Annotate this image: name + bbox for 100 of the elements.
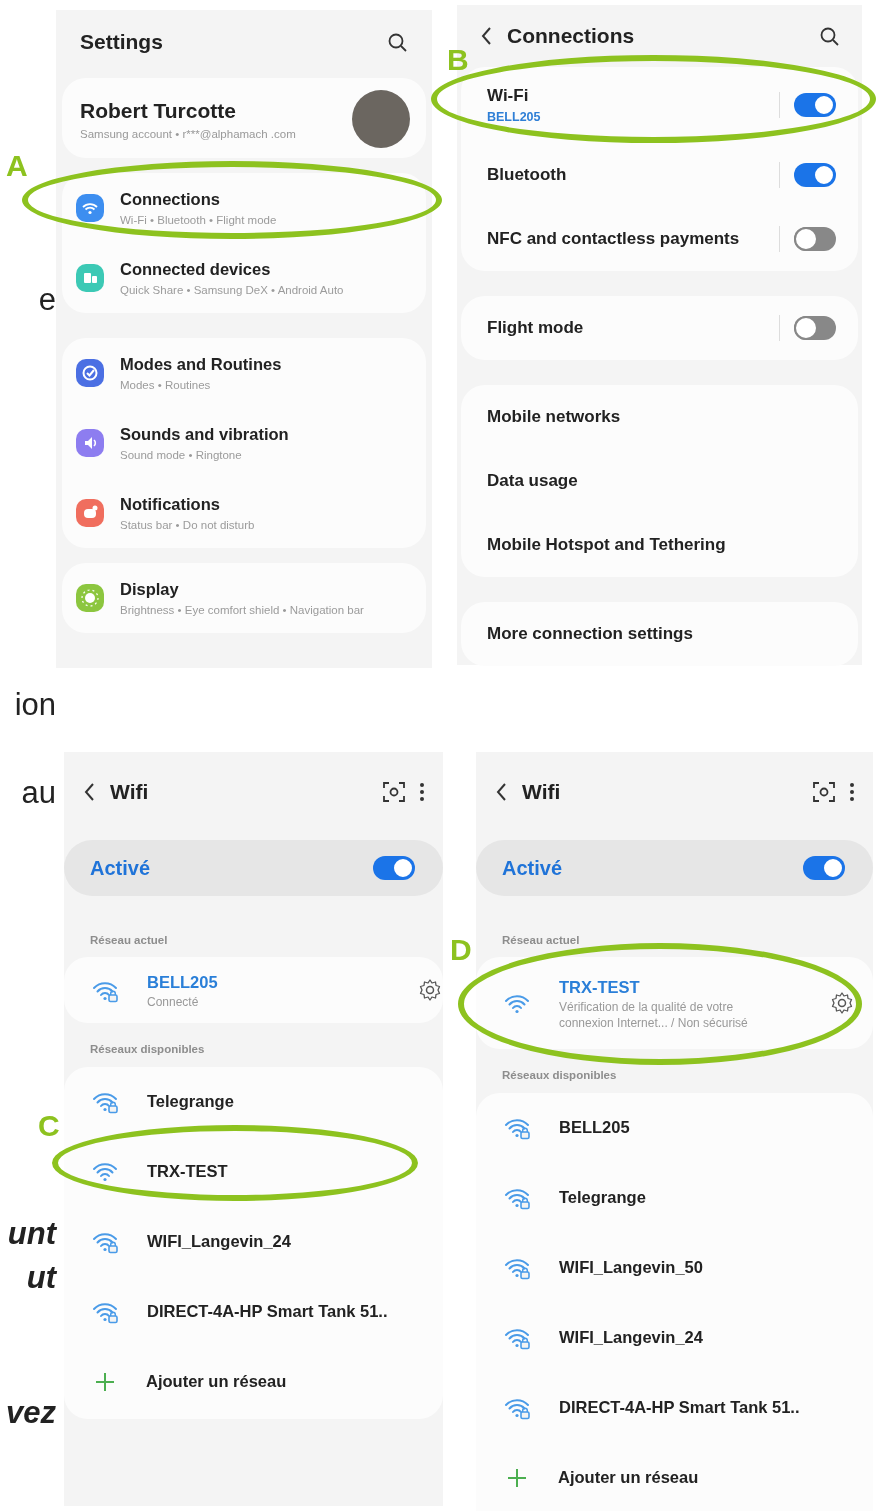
item-subtitle: Sound mode • Ringtone [120,447,243,463]
add-network-label: Ajouter un réseau [558,1467,700,1489]
network-status: Connecté [147,994,200,1011]
item-subtitle: Wi-Fi • Bluetooth • Flight mode [120,212,278,228]
toggle-label: Activé [502,856,564,881]
settings-icon[interactable] [830,991,854,1016]
add-network-item[interactable]: Ajouter un réseau [476,1442,873,1511]
item-subtitle: Status bar • Do not disturb [120,517,256,533]
network-item[interactable]: WIFI_Langevin_24 [476,1302,873,1373]
network-name: BELL205 [147,972,219,994]
cut-text: e [38,282,56,318]
settings-item[interactable]: Data usage [461,449,858,513]
item-title: Wi-Fi [487,84,530,107]
avatar-placeholder [352,90,410,148]
settings-icon[interactable] [418,978,442,1003]
more-options-icon[interactable] [419,782,425,802]
section-heading: Réseau actuel [501,933,581,948]
network-item[interactable]: BELL205 Connecté [64,957,443,1024]
network-name: BELL205 [559,1117,631,1139]
network-name: TRX-TEST [147,1161,229,1183]
toggle-switch[interactable] [373,856,415,880]
network-name: TRX-TEST [559,977,641,999]
toggle-switch[interactable] [794,163,836,187]
search-icon[interactable] [387,31,408,53]
settings-item[interactable]: Bluetooth [461,143,858,207]
settings-item[interactable]: Sounds and vibration Sound mode • Ringtone [62,408,426,478]
profile-card[interactable]: Robert Turcotte Samsung account • r***@alphamach .com [62,78,426,158]
cut-text: ion [14,687,56,723]
network-item[interactable]: WIFI_Langevin_50 [476,1232,873,1303]
toggle-switch[interactable] [794,227,836,251]
item-title: Mobile networks [487,406,622,429]
item-subtitle: Quick Share • Samsung DeX • Android Auto [120,282,345,298]
item-title: Connected devices [120,259,272,280]
search-icon[interactable] [819,25,840,47]
add-network-item[interactable]: Ajouter un réseau [64,1346,443,1417]
callout-letter: D [450,935,472,966]
toggle-switch[interactable] [794,93,836,117]
settings-item[interactable]: Modes and Routines Modes • Routines [62,338,426,408]
toggle-label: Activé [90,856,152,881]
scan-icon[interactable] [813,782,835,802]
master-toggle-bar[interactable]: Activé [64,840,443,896]
item-title: Data usage [487,470,579,493]
network-item[interactable]: BELL205 [476,1092,873,1163]
item-title: Modes and Routines [120,354,283,375]
back-icon[interactable] [479,25,493,47]
more-options-icon[interactable] [849,782,855,802]
item-title: Bluetooth [487,164,568,187]
profile-name: Robert Turcotte [80,97,237,124]
back-icon[interactable] [494,781,508,803]
network-item[interactable]: WIFI_Langevin_24 [64,1206,443,1277]
callout-letter: C [38,1110,60,1141]
network-item[interactable]: DIRECT-4A-HP Smart Tank 51.. [64,1276,443,1347]
toggle-switch[interactable] [803,856,845,880]
settings-item[interactable]: Display Brightness • Eye comfort shield • Navigation bar [62,563,426,633]
back-icon[interactable] [82,781,96,803]
network-name: WIFI_Langevin_24 [147,1231,292,1253]
network-name: DIRECT-4A-HP Smart Tank 51.. [147,1301,389,1323]
section-heading: Réseaux disponibles [501,1068,618,1084]
network-name: DIRECT-4A-HP Smart Tank 51.. [559,1397,801,1419]
item-title: Flight mode [487,317,585,340]
settings-item[interactable]: Flight mode [461,296,858,360]
settings-item[interactable]: Mobile Hotspot and Tethering [461,513,858,577]
network-item[interactable]: TRX-TEST [64,1136,443,1207]
network-item[interactable]: Telegrange [64,1066,443,1137]
scan-icon[interactable] [383,782,405,802]
master-toggle-bar[interactable]: Activé [476,840,873,896]
item-title: More connection settings [487,623,694,646]
callout-letter: B [447,45,469,75]
item-subtitle: Brightness • Eye comfort shield • Navigation bar [120,602,365,618]
toggle-switch[interactable] [794,316,836,340]
network-item[interactable]: Telegrange [476,1162,873,1233]
item-title: Sounds and vibration [120,424,290,445]
account-text: Samsung account • r***@alphamach .com [80,127,297,143]
network-item[interactable]: DIRECT-4A-HP Smart Tank 51.. [476,1372,873,1443]
item-title: Mobile Hotspot and Tethering [487,534,727,557]
screen-title: Wifi [522,779,562,806]
settings-item[interactable]: More connection settings [461,602,858,666]
cut-text: vez [6,1395,56,1431]
network-item[interactable]: TRX-TEST Vérification de la qualité de votre connexion Internet... / Non sécurisé [476,957,873,1050]
screen-title: Wifi [110,779,150,806]
settings-item[interactable]: Mobile networks [461,385,858,449]
cut-text: ut [26,1260,56,1296]
item-title: Notifications [120,494,221,515]
network-name: Telegrange [559,1187,647,1209]
callout-letter: A [6,151,28,181]
network-status: Vérification de la qualité de votre connexion Internet... / Non sécurisé [559,1000,749,1032]
screen-title: Connections [507,23,636,50]
section-heading: Réseau actuel [89,933,169,948]
screen-title: Settings [80,29,164,56]
add-network-label: Ajouter un réseau [146,1371,288,1393]
item-subtitle: BELL205 [487,109,542,127]
network-name: Telegrange [147,1091,235,1113]
section-heading: Réseaux disponibles [89,1042,206,1058]
item-title: Display [120,579,180,600]
network-name: WIFI_Langevin_24 [559,1327,704,1349]
settings-item[interactable]: Notifications Status bar • Do not disturb [62,478,426,548]
settings-item[interactable]: NFC and contactless payments [461,207,858,271]
settings-item[interactable]: Connected devices Quick Share • Samsung DeX • Android Auto [62,243,426,313]
cut-text: au [21,775,56,811]
settings-item[interactable]: Connections Wi-Fi • Bluetooth • Flight mode [62,173,426,243]
